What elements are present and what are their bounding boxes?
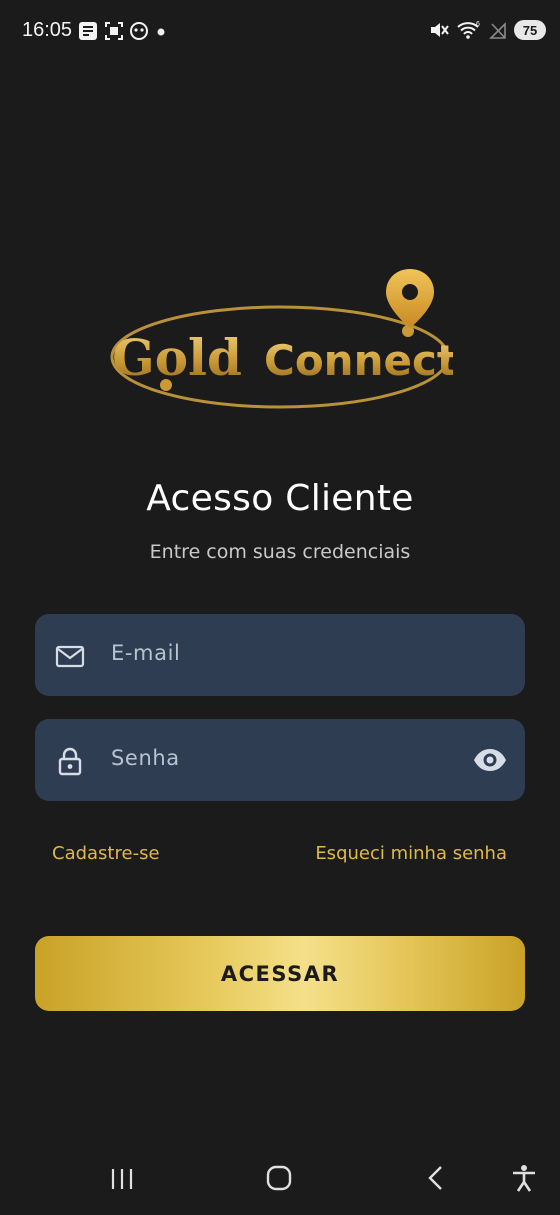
notification-icons — [78, 21, 168, 41]
email-placeholder: E-mail — [111, 641, 181, 665]
system-nav-bar — [0, 1145, 560, 1215]
signal-icon — [489, 22, 506, 39]
battery-indicator: 75 — [514, 20, 546, 40]
app-notification-icon — [79, 22, 97, 40]
forgot-password-link[interactable]: Esqueci minha senha — [315, 843, 507, 864]
dot-icon — [157, 28, 165, 36]
recent-apps-icon[interactable] — [110, 1163, 134, 1193]
status-time: 16:05 — [22, 19, 73, 41]
screenshot-icon — [105, 22, 123, 40]
lock-icon — [58, 747, 82, 776]
page-subtitle: Entre com suas credenciais — [149, 541, 411, 563]
login-button[interactable]: ACESSAR — [35, 936, 525, 1011]
mute-icon — [431, 23, 449, 37]
wifi-icon: 6 — [457, 21, 480, 39]
eye-icon[interactable] — [473, 746, 507, 774]
back-icon[interactable] — [425, 1163, 447, 1193]
mask-icon — [130, 22, 148, 40]
gold-connect-logo: Gold Connect — [110, 269, 453, 409]
signup-link[interactable]: Cadastre-se — [52, 843, 160, 864]
logo-word-gold: Gold — [112, 328, 242, 387]
svg-text:6: 6 — [476, 21, 480, 28]
accessibility-icon[interactable] — [511, 1163, 537, 1193]
email-field[interactable]: E-mail — [35, 614, 525, 696]
logo-word-connect: Connect — [264, 336, 453, 385]
password-placeholder: Senha — [111, 746, 180, 770]
password-field[interactable]: Senha — [35, 719, 525, 801]
system-icons: 6 75 — [429, 20, 546, 40]
page-title: Acesso Cliente — [146, 478, 414, 519]
status-bar: 16:05 6 75 — [0, 0, 560, 64]
mail-icon — [55, 645, 85, 668]
home-icon[interactable] — [265, 1163, 293, 1193]
